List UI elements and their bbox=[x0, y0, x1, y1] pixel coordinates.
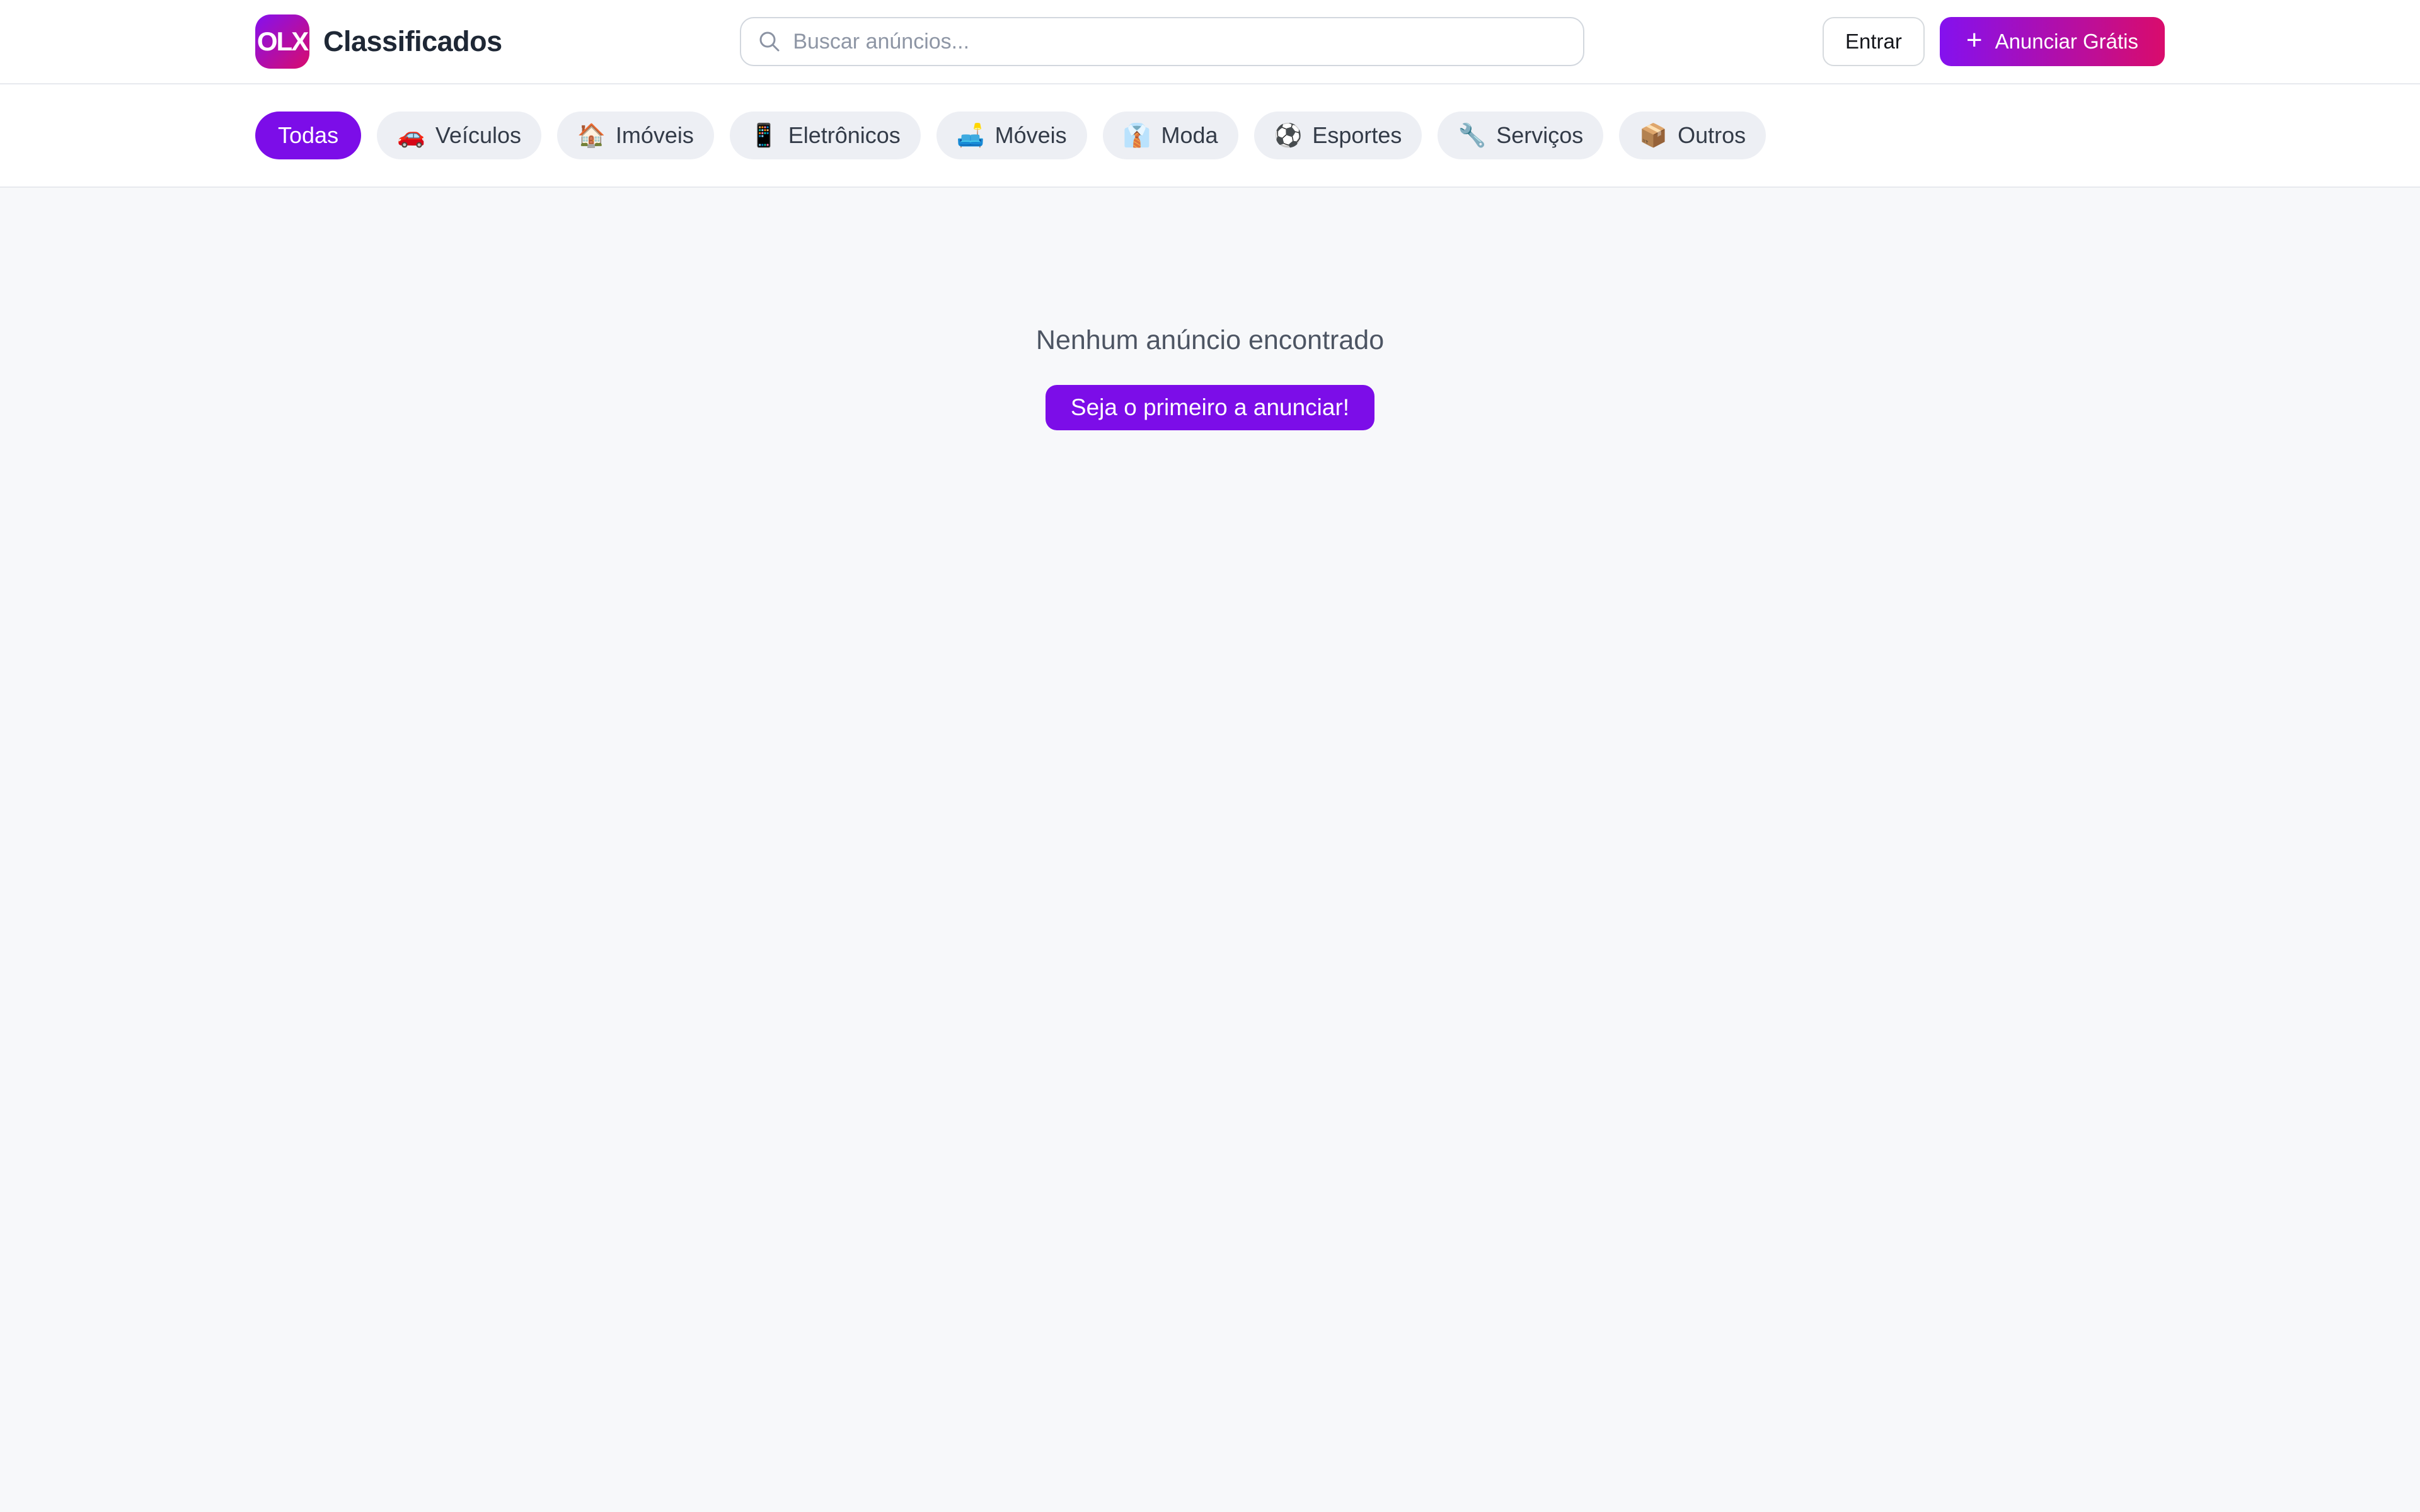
category-label: Serviços bbox=[1496, 122, 1584, 148]
category-pill-eletronicos[interactable]: 📱 Eletrônicos bbox=[729, 112, 921, 159]
plus-icon: + bbox=[1966, 25, 1983, 55]
category-pill-todas[interactable]: Todas bbox=[255, 112, 362, 159]
category-label: Imóveis bbox=[615, 122, 694, 148]
category-label: Veículos bbox=[435, 122, 521, 148]
necktie-icon: 👔 bbox=[1122, 122, 1151, 148]
olx-logo: OLX bbox=[255, 14, 309, 69]
category-label: Eletrônicos bbox=[788, 122, 901, 148]
search-icon bbox=[759, 32, 780, 52]
header: OLX Classificados Entrar + Anunciar Grát… bbox=[0, 0, 2420, 84]
couch-icon: 🛋️ bbox=[956, 122, 985, 148]
category-label: Móveis bbox=[994, 122, 1067, 148]
car-icon: 🚗 bbox=[397, 122, 425, 148]
category-pill-moveis[interactable]: 🛋️ Móveis bbox=[936, 112, 1087, 159]
mobile-phone-icon: 📱 bbox=[749, 122, 778, 148]
category-bar: Todas 🚗 Veículos 🏠 Imóveis 📱 Eletrônicos… bbox=[0, 84, 2420, 188]
category-pill-imoveis[interactable]: 🏠 Imóveis bbox=[557, 112, 714, 159]
main-content: Nenhum anúncio encontrado Seja o primeir… bbox=[0, 188, 2420, 1512]
category-pill-esportes[interactable]: ⚽ Esportes bbox=[1253, 112, 1422, 159]
category-label: Outros bbox=[1678, 122, 1746, 148]
empty-state-message: Nenhum anúncio encontrado bbox=[1035, 325, 1385, 355]
brand-title: Classificados bbox=[323, 25, 502, 57]
category-pill-veiculos[interactable]: 🚗 Veículos bbox=[377, 112, 541, 159]
search-box[interactable] bbox=[740, 17, 1585, 66]
soccer-ball-icon: ⚽ bbox=[1274, 122, 1303, 148]
category-label: Todas bbox=[278, 122, 339, 148]
brand[interactable]: OLX Classificados bbox=[255, 14, 502, 69]
post-ad-label: Anunciar Grátis bbox=[1995, 30, 2138, 53]
category-pill-moda[interactable]: 👔 Moda bbox=[1102, 112, 1238, 159]
header-actions: Entrar + Anunciar Grátis bbox=[1822, 17, 2165, 66]
category-label: Esportes bbox=[1312, 122, 1402, 148]
category-pill-outros[interactable]: 📦 Outros bbox=[1619, 112, 1766, 159]
house-icon: 🏠 bbox=[577, 122, 606, 148]
search-input[interactable] bbox=[793, 29, 1567, 54]
login-button[interactable]: Entrar bbox=[1822, 17, 1925, 66]
category-pill-servicos[interactable]: 🔧 Serviços bbox=[1438, 112, 1604, 159]
post-ad-button[interactable]: + Anunciar Grátis bbox=[1939, 17, 2165, 66]
wrench-icon: 🔧 bbox=[1458, 122, 1487, 148]
category-label: Moda bbox=[1161, 122, 1218, 148]
first-to-post-button[interactable]: Seja o primeiro a anunciar! bbox=[1045, 385, 1375, 430]
package-icon: 📦 bbox=[1639, 122, 1668, 148]
